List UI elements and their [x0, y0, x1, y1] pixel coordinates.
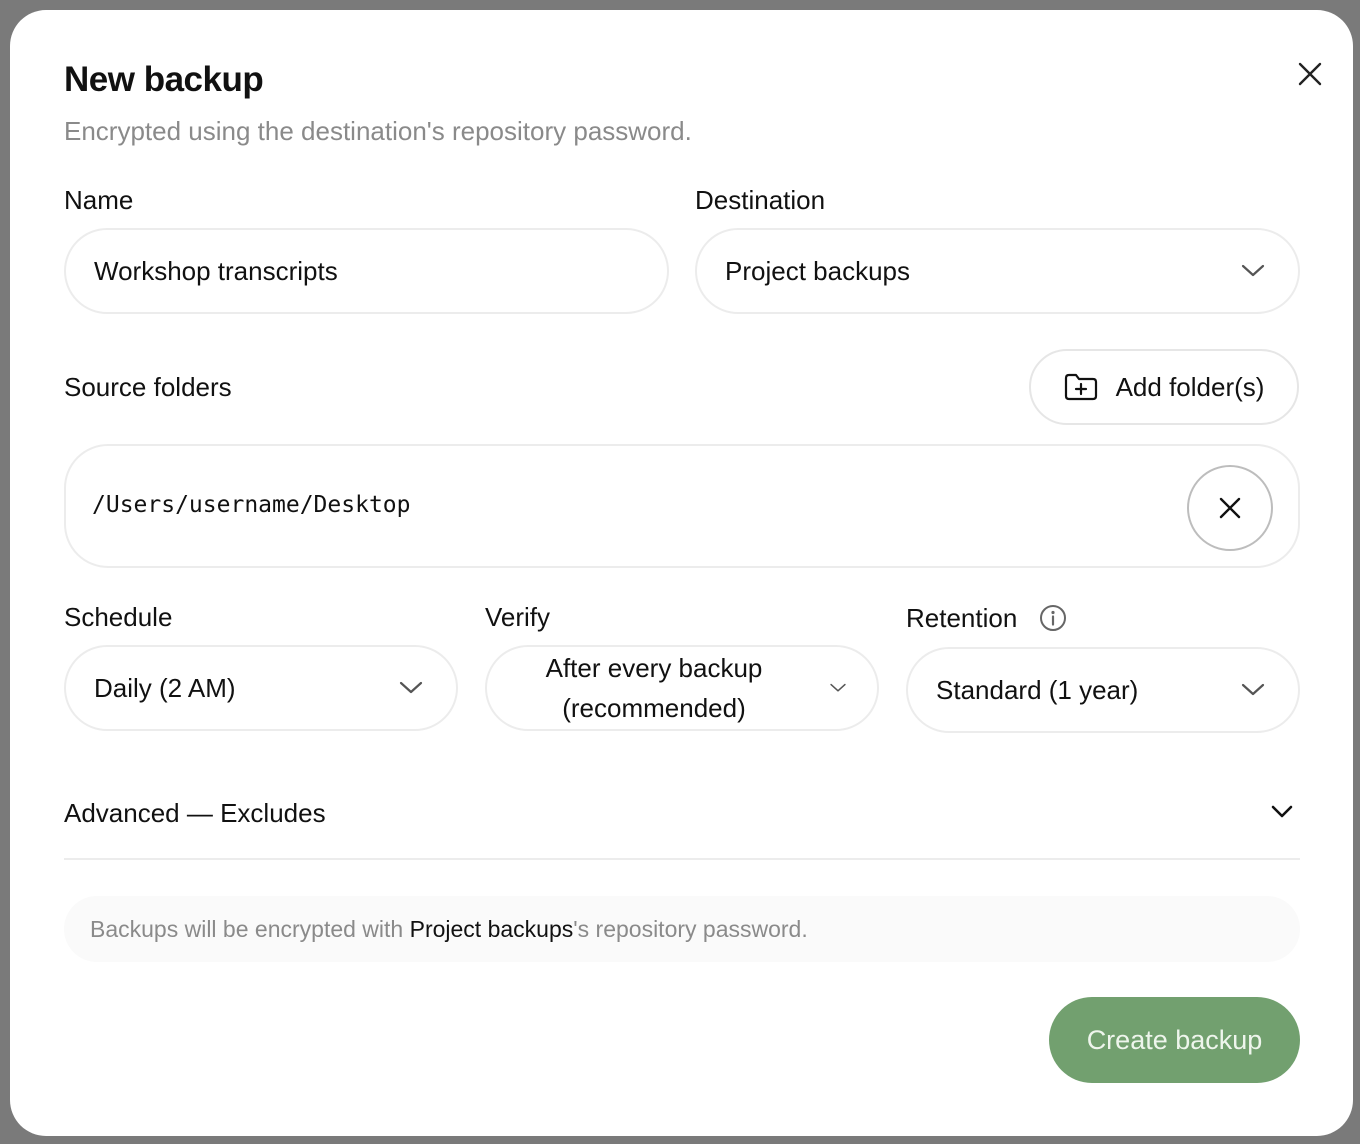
schedule-select[interactable]: Daily (2 AM) [64, 645, 458, 731]
info-icon[interactable] [1039, 604, 1067, 632]
retention-label: Retention [906, 603, 1018, 633]
source-folders-label: Source folders [64, 372, 232, 402]
advanced-label: Advanced — Excludes [64, 798, 326, 828]
note-prefix: Backups will be encrypted with [90, 915, 410, 942]
remove-folder-button[interactable] [1187, 465, 1273, 551]
note-suffix: 's repository password. [573, 915, 808, 942]
retention-select-value: Standard (1 year) [936, 674, 1139, 705]
create-backup-button[interactable]: Create backup [1049, 997, 1300, 1083]
name-input[interactable]: Workshop transcripts [64, 228, 669, 314]
verify-label: Verify [485, 602, 551, 632]
schedule-select-value: Daily (2 AM) [94, 672, 236, 703]
verify-select[interactable]: After every backup (recommended) [485, 645, 879, 731]
folder-path: /Users/username/Desktop [92, 492, 411, 518]
folder-list-item: /Users/username/Desktop [64, 444, 1300, 568]
chevron-down-icon [1241, 683, 1265, 696]
destination-select-value: Project backups [725, 255, 910, 286]
verify-select-value: After every backup (recommended) [545, 653, 763, 723]
name-label: Name [64, 185, 134, 215]
add-folder-button[interactable]: Add folder(s) [1029, 349, 1299, 425]
retention-select[interactable]: Standard (1 year) [906, 647, 1300, 733]
name-input-value: Workshop transcripts [94, 255, 338, 286]
folder-plus-icon [1064, 373, 1097, 401]
chevron-down-icon [399, 681, 423, 694]
dialog-subtitle: Encrypted using the destination's reposi… [64, 116, 692, 146]
chevron-down-icon [830, 683, 846, 692]
destination-select[interactable]: Project backups [695, 228, 1300, 314]
chevron-down-icon [1241, 264, 1265, 277]
note-destination: Project backups [409, 915, 574, 942]
advanced-excludes-toggle[interactable]: Advanced — Excludes [64, 780, 1300, 860]
add-folder-label: Add folder(s) [1115, 371, 1265, 402]
new-backup-dialog [10, 10, 1353, 1136]
close-icon [1298, 62, 1322, 86]
close-icon [1219, 497, 1241, 519]
chevron-down-icon [1271, 805, 1293, 818]
encryption-note: Backups will be encrypted with Project b… [64, 896, 1300, 962]
dialog-title: New backup [64, 60, 264, 99]
schedule-label: Schedule [64, 602, 173, 632]
close-dialog-button[interactable] [1290, 54, 1330, 94]
destination-label: Destination [695, 185, 826, 215]
